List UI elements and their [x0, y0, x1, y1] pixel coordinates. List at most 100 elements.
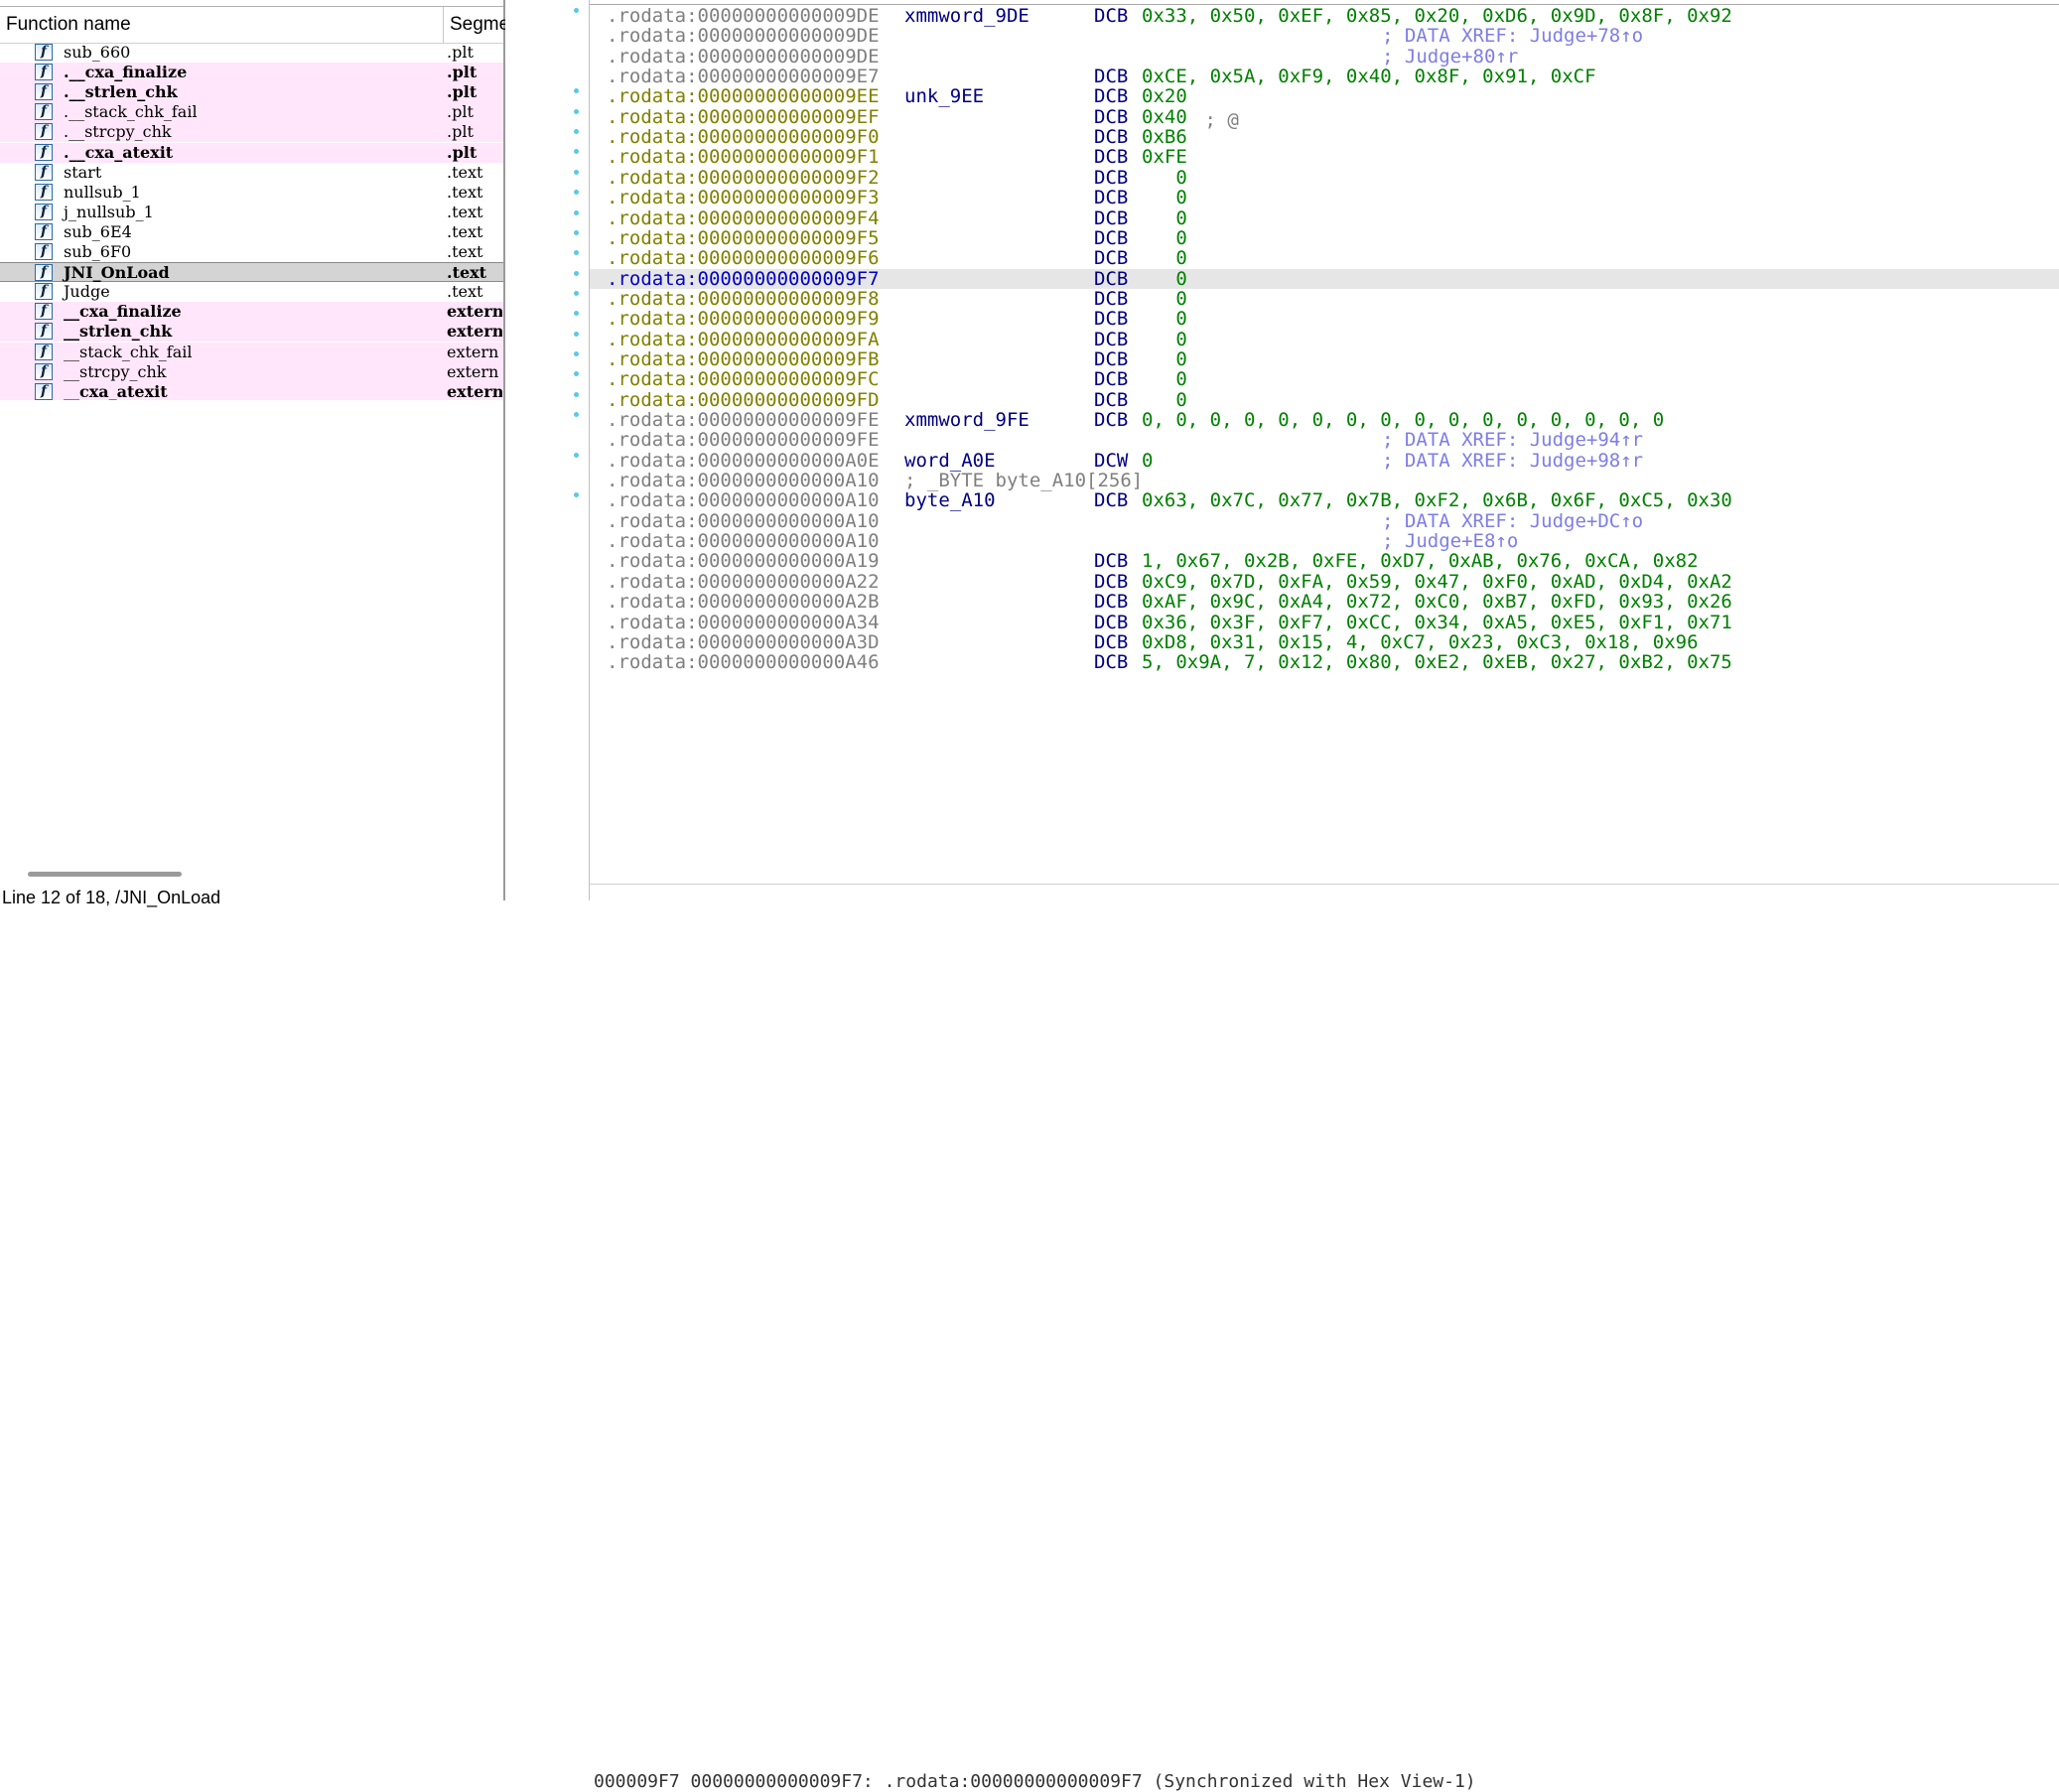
disassembly-line[interactable]: .rodata:0000000000000A19 DCB 1, 0x67, 0x2B…: [590, 551, 2059, 572]
function-segment: extern: [447, 361, 499, 381]
function-row[interactable]: f .__strlen_chk .plt: [0, 82, 503, 103]
disassembly-line[interactable]: .rodata:0000000000000A3D DCB 0xD8, 0x31, 0…: [590, 630, 2059, 653]
function-row[interactable]: f __strcpy_chk extern: [0, 361, 503, 382]
function-row[interactable]: f .__strcpy_chk .plt: [0, 122, 503, 143]
column-header-segment[interactable]: Segme: [450, 14, 509, 36]
data-label[interactable]: unk_9EE: [904, 86, 984, 107]
function-row[interactable]: f sub_6E4 .text: [0, 222, 503, 242]
data-label[interactable]: word_A0E: [904, 450, 996, 471]
xref-dot-icon: [574, 229, 579, 235]
directive: DCB: [1094, 287, 1129, 310]
function-row[interactable]: f start .text: [0, 163, 503, 183]
disassembly-line[interactable]: .rodata:00000000000009F6 DCB 0: [574, 248, 2059, 269]
address: .rodata:00000000000009F1: [607, 146, 880, 169]
function-icon: f: [35, 103, 53, 121]
function-row[interactable]: f sub_6F0 .text: [0, 242, 503, 262]
disassembly-line[interactable]: .rodata:0000000000000A2B DCB 0xAF, 0x9C, 0…: [590, 592, 2059, 613]
function-segment: .text: [447, 202, 483, 221]
disassembly-line[interactable]: .rodata:0000000000000A10 ; DATA XREF: Jud…: [590, 510, 2059, 531]
disassembly-line[interactable]: .rodata:00000000000009FE xmmword_9FE DCB 0,…: [574, 410, 2059, 431]
disassembly-line[interactable]: .rodata:00000000000009FA DCB 0: [574, 329, 2059, 349]
disassembly-line[interactable]: .rodata:0000000000000A46 DCB 5, 0x9A, 7, 0…: [590, 651, 2059, 674]
function-row[interactable]: f j_nullsub_1 .text: [0, 203, 503, 222]
function-icon: f: [35, 264, 53, 282]
data-label[interactable]: xmmword_9DE: [904, 6, 1030, 27]
address: .rodata:00000000000009F3: [607, 187, 880, 209]
xref-comment[interactable]: ; DATA XREF: Judge+DC↑o: [1382, 510, 1643, 531]
disassembly-line[interactable]: .rodata:00000000000009FB DCB 0: [574, 347, 2059, 370]
function-row[interactable]: f __strlen_chk extern: [0, 322, 503, 343]
disassembly-line[interactable]: .rodata:00000000000009EF DCB 0x40 ; @: [574, 106, 2059, 131]
function-row[interactable]: f .__cxa_finalize .plt: [0, 63, 503, 83]
function-name: .__stack_chk_fail: [64, 102, 198, 122]
function-icon: f: [35, 343, 53, 360]
disassembly-line[interactable]: .rodata:00000000000009FC DCB 0: [574, 369, 2059, 390]
operand-values: 0xD8, 0x31, 0x15, 4, 0xC7, 0x23, 0xC3, 0…: [1142, 630, 1699, 653]
function-name: .__strcpy_chk: [64, 122, 172, 142]
ida-view-disassembly[interactable]: .rodata:00000000000009DE xmmword_9DE DCB 0x…: [574, 0, 2059, 1792]
disassembly-line[interactable]: .rodata:0000000000000A10 ; Judge+E8↑o: [590, 531, 2059, 552]
type-comment: ; _BYTE byte_A10[256]: [904, 470, 1144, 492]
disassembly-line[interactable]: .rodata:00000000000009F8 DCB 0: [574, 287, 2059, 310]
function-row[interactable]: f Judge .text: [0, 282, 503, 302]
disassembly-line[interactable]: .rodata:00000000000009DE xmmword_9DE DCB 0x…: [574, 5, 2059, 27]
operand-values: 0xFE: [1142, 146, 1187, 169]
disassembly-line[interactable]: .rodata:00000000000009F7 DCB 0: [574, 268, 2059, 289]
data-label[interactable]: xmmword_9FE: [904, 410, 1030, 431]
xref-comment[interactable]: ; DATA XREF: Judge+98↑r: [1382, 450, 1643, 471]
function-name: sub_6E4: [64, 221, 132, 241]
function-row[interactable]: f .__cxa_atexit .plt: [0, 142, 503, 163]
disassembly-line[interactable]: .rodata:0000000000000A10 byte_A10 DCB 0x63,…: [574, 490, 2059, 511]
disassembly-line[interactable]: .rodata:00000000000009F0 DCB 0xB6: [574, 126, 2059, 149]
disassembly-line[interactable]: .rodata:00000000000009F4 DCB 0: [574, 207, 2059, 228]
xref-dot-icon: [574, 169, 579, 175]
function-row[interactable]: f .__stack_chk_fail .plt: [0, 102, 503, 123]
disassembly-line[interactable]: .rodata:0000000000000A22 DCB 0xC9, 0x7D, 0…: [590, 571, 2059, 592]
address: .rodata:00000000000009DE: [607, 5, 880, 27]
column-header-function-name[interactable]: Function name: [6, 14, 131, 36]
disassembly-line[interactable]: .rodata:0000000000000A10 ; _BYTE byte_A10…: [590, 470, 2059, 492]
address: .rodata:00000000000009DE: [607, 45, 880, 68]
data-label[interactable]: byte_A10: [904, 490, 996, 511]
disassembly-line[interactable]: .rodata:00000000000009F9 DCB 0: [574, 309, 2059, 330]
directive: DCB: [1094, 126, 1129, 149]
operand-values: 0xCE, 0x5A, 0xF9, 0x40, 0x8F, 0x91, 0xCF: [1142, 66, 1596, 88]
functions-horizontal-scrollbar[interactable]: [0, 862, 503, 884]
function-name: __stack_chk_fail: [64, 342, 193, 361]
xref-comment[interactable]: ; DATA XREF: Judge+94↑r: [1382, 430, 1643, 451]
disassembly-line[interactable]: .rodata:0000000000000A0E word_A0E DCW 0 ; DA…: [574, 450, 2059, 471]
disassembly-line[interactable]: .rodata:00000000000009EE unk_9EE DCB 0x20: [574, 86, 2059, 107]
functions-list: f sub_660 .plt f .__cxa_finalize .plt f .__strl…: [0, 43, 503, 400]
function-row[interactable]: f __cxa_finalize extern: [0, 302, 503, 323]
scrollbar-thumb[interactable]: [28, 872, 182, 877]
xref-comment[interactable]: ; Judge+E8↑o: [1382, 531, 1518, 552]
address: .rodata:00000000000009F8: [607, 287, 880, 310]
disassembly-status-line: 000009F7 00000000000009F7: .rodata:00000…: [594, 1771, 1476, 1792]
function-row[interactable]: f JNI_OnLoad .text: [0, 262, 503, 283]
function-row[interactable]: f sub_660 .plt: [0, 43, 503, 63]
disassembly-line[interactable]: .rodata:00000000000009DE ; DATA XREF: Jud…: [590, 25, 2059, 48]
operand-values: 5, 0x9A, 7, 0x12, 0x80, 0xE2, 0xEB, 0x27…: [1142, 651, 1732, 674]
function-row[interactable]: f __cxa_atexit extern: [0, 381, 503, 400]
disassembly-line[interactable]: .rodata:00000000000009F1 DCB 0xFE: [574, 146, 2059, 169]
xref-dot-icon: [574, 108, 579, 114]
disassembly-line[interactable]: .rodata:00000000000009E7 DCB 0xCE, 0x5A, 0…: [590, 66, 2059, 88]
function-segment: .text: [447, 242, 483, 261]
disassembly-line[interactable]: .rodata:00000000000009FE ; DATA XREF: Jud…: [590, 430, 2059, 451]
function-segment: .plt: [447, 122, 474, 142]
directive: DCB: [1094, 347, 1129, 370]
function-row[interactable]: f nullsub_1 .text: [0, 183, 503, 203]
column-resize-handle[interactable]: [443, 7, 444, 43]
address: .rodata:00000000000009DE: [607, 25, 880, 48]
disassembly-line[interactable]: .rodata:00000000000009F3 DCB 0: [574, 187, 2059, 209]
xref-comment[interactable]: ; DATA XREF: Judge+78↑o: [1382, 26, 1643, 47]
disassembly-line[interactable]: .rodata:00000000000009F2 DCB 0: [574, 167, 2059, 188]
function-row[interactable]: f __stack_chk_fail extern: [0, 342, 503, 362]
disassembly-line[interactable]: .rodata:00000000000009DE ; Judge+80↑r: [590, 45, 2059, 68]
address: .rodata:0000000000000A46: [607, 651, 880, 674]
disassembly-line[interactable]: .rodata:00000000000009FD DCB 0: [574, 389, 2059, 410]
disassembly-line[interactable]: .rodata:00000000000009F5 DCB 0: [574, 227, 2059, 248]
disassembly-horizontal-scrollbar[interactable]: 000009F7 00000000000009F7: .rodata:00000…: [590, 884, 2059, 1792]
disassembly-line[interactable]: .rodata:0000000000000A34 DCB 0x36, 0x3F, 0…: [590, 612, 2059, 632]
xref-comment[interactable]: ; Judge+80↑r: [1382, 46, 1518, 67]
